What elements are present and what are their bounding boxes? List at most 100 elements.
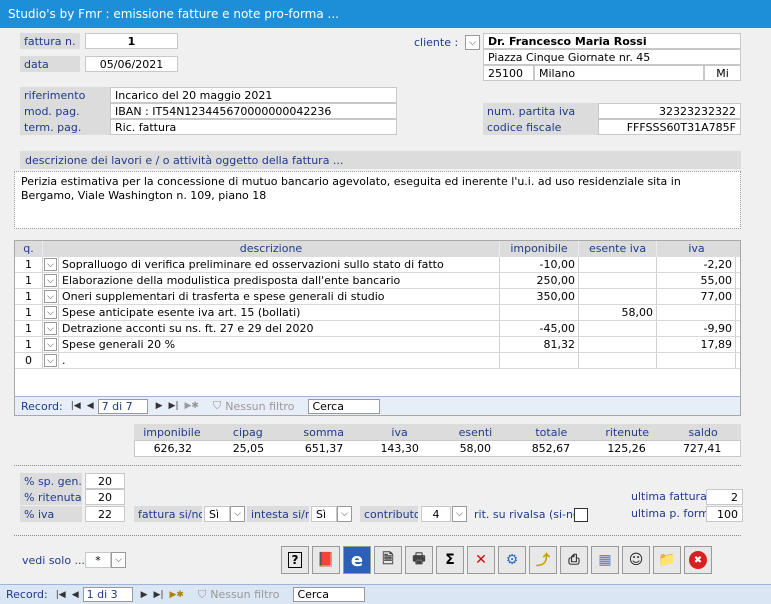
- fattura-sino-field[interactable]: Sì: [204, 506, 230, 522]
- row-imponibile[interactable]: 250,00: [500, 273, 579, 288]
- term-pag-field[interactable]: Ric. fattura: [110, 119, 397, 135]
- filter-button[interactable]: ⛉ Nessun filtro: [213, 399, 294, 413]
- explorer-button[interactable]: e: [343, 546, 371, 574]
- cliente-dropdown-button[interactable]: ⌵: [465, 35, 480, 50]
- table-row[interactable]: 1 ⌵ Elaborazione della modulistica predisp…: [15, 273, 740, 289]
- row-dropdown[interactable]: ⌵: [43, 337, 59, 352]
- piva-field[interactable]: 32323232322: [598, 103, 741, 119]
- next-record-icon[interactable]: ▶: [156, 401, 163, 411]
- export-button[interactable]: ⤴: [529, 546, 557, 574]
- fattura-number-field[interactable]: 1: [85, 33, 178, 49]
- intesta-dropdown[interactable]: ⌵: [337, 506, 352, 522]
- first-record-icon[interactable]: |◀: [71, 401, 81, 411]
- table-row[interactable]: 1 ⌵ Sopralluogo di verifica preliminare ed…: [15, 257, 740, 273]
- vedi-solo-field[interactable]: *: [85, 552, 111, 568]
- row-quantity[interactable]: 1: [15, 321, 43, 336]
- row-quantity[interactable]: 0: [15, 353, 43, 368]
- help-button[interactable]: ?: [281, 546, 309, 574]
- ultima-fattura-field[interactable]: 2: [706, 489, 743, 505]
- row-esente-iva[interactable]: [579, 353, 657, 368]
- table-row[interactable]: 1 ⌵ Detrazione acconti su ns. ft. 27 e 29 …: [15, 321, 740, 337]
- record-position[interactable]: 7 di 7: [97, 398, 148, 414]
- ultima-forma-field[interactable]: 100: [706, 506, 743, 522]
- row-description[interactable]: Elaborazione della modulistica predispos…: [59, 273, 500, 288]
- ritenuta-field[interactable]: 20: [85, 489, 125, 505]
- row-esente-iva[interactable]: [579, 337, 657, 352]
- print-button[interactable]: ⎙: [560, 546, 588, 574]
- last-record-icon[interactable]: ▶|: [154, 590, 164, 600]
- row-quantity[interactable]: 1: [15, 305, 43, 320]
- row-dropdown[interactable]: ⌵: [43, 273, 59, 288]
- fattura-sino-dropdown[interactable]: ⌵: [230, 506, 245, 522]
- preview-button[interactable]: 🗎: [374, 546, 402, 574]
- row-description[interactable]: Spese anticipate esente iva art. 15 (bol…: [59, 305, 500, 320]
- next-record-icon[interactable]: ▶: [141, 590, 148, 600]
- row-dropdown[interactable]: ⌵: [43, 305, 59, 320]
- user-button[interactable]: ☺: [622, 546, 650, 574]
- row-imponibile[interactable]: -10,00: [500, 257, 579, 272]
- spgen-field[interactable]: 20: [85, 473, 125, 489]
- table-row[interactable]: 1 ⌵ Oneri supplementari di trasferta e spe…: [15, 289, 740, 305]
- status-filter-button[interactable]: ⛉ Nessun filtro: [198, 588, 279, 602]
- row-iva[interactable]: [657, 353, 736, 368]
- row-description[interactable]: Sopralluogo di verifica preliminare ed o…: [59, 257, 500, 272]
- row-iva[interactable]: [657, 305, 736, 320]
- row-dropdown[interactable]: ⌵: [43, 353, 59, 368]
- folder-button[interactable]: 📁: [653, 546, 681, 574]
- last-record-icon[interactable]: ▶|: [169, 401, 179, 411]
- row-iva[interactable]: 17,89: [657, 337, 736, 352]
- row-description[interactable]: Detrazione acconti su ns. ft. 27 e 29 de…: [59, 321, 500, 336]
- codice-fiscale-field[interactable]: FFFSSS60T31A785F: [598, 119, 741, 135]
- grid-search-input[interactable]: Cerca: [308, 398, 381, 414]
- row-imponibile[interactable]: -45,00: [500, 321, 579, 336]
- row-iva[interactable]: -9,90: [657, 321, 736, 336]
- intesta-field[interactable]: Sì: [311, 506, 337, 522]
- row-esente-iva[interactable]: 58,00: [579, 305, 657, 320]
- table-row[interactable]: 1 ⌵ Spese generali 20 % 81,32 17,89: [15, 337, 740, 353]
- close-button[interactable]: ✖: [684, 546, 712, 574]
- row-esente-iva[interactable]: [579, 321, 657, 336]
- print-preview-button[interactable]: 🖶: [405, 546, 433, 574]
- row-description[interactable]: Spese generali 20 %: [59, 337, 500, 352]
- rivalsa-checkbox[interactable]: [574, 508, 588, 522]
- table-row[interactable]: 1 ⌵ Spese anticipate esente iva art. 15 (b…: [15, 305, 740, 321]
- new-record-icon[interactable]: ▶✱: [170, 590, 184, 600]
- row-esente-iva[interactable]: [579, 257, 657, 272]
- row-iva[interactable]: 77,00: [657, 289, 736, 304]
- row-imponibile[interactable]: 350,00: [500, 289, 579, 304]
- row-esente-iva[interactable]: [579, 273, 657, 288]
- first-record-icon[interactable]: |◀: [56, 590, 66, 600]
- row-dropdown[interactable]: ⌵: [43, 257, 59, 272]
- row-imponibile[interactable]: [500, 353, 579, 368]
- row-dropdown[interactable]: ⌵: [43, 289, 59, 304]
- contributo-dropdown[interactable]: ⌵: [452, 506, 467, 522]
- table-row[interactable]: 0 ⌵.: [15, 353, 740, 369]
- prev-record-icon[interactable]: ◀: [72, 590, 79, 600]
- row-imponibile[interactable]: 81,32: [500, 337, 579, 352]
- sum-button[interactable]: Σ: [436, 546, 464, 574]
- calculator-button[interactable]: ▦: [591, 546, 619, 574]
- date-field[interactable]: 05/06/2021: [85, 56, 178, 72]
- row-dropdown[interactable]: ⌵: [43, 321, 59, 336]
- status-record-position[interactable]: 1 di 3: [82, 587, 133, 602]
- row-esente-iva[interactable]: [579, 289, 657, 304]
- mod-pag-field[interactable]: IBAN : IT54N123445670000000042236: [110, 103, 397, 119]
- row-imponibile[interactable]: [500, 305, 579, 320]
- contributo-field[interactable]: 4: [421, 506, 451, 522]
- status-search-input[interactable]: Cerca: [293, 587, 366, 602]
- prev-record-icon[interactable]: ◀: [87, 401, 94, 411]
- row-quantity[interactable]: 1: [15, 273, 43, 288]
- row-description[interactable]: Oneri supplementari di trasferta e spese…: [59, 289, 500, 304]
- row-quantity[interactable]: 1: [15, 289, 43, 304]
- settings-button[interactable]: ⚙: [498, 546, 526, 574]
- riferimento-field[interactable]: Incarico del 20 maggio 2021: [110, 87, 397, 103]
- row-quantity[interactable]: 1: [15, 337, 43, 352]
- delete-button[interactable]: ✕: [467, 546, 495, 574]
- row-iva[interactable]: 55,00: [657, 273, 736, 288]
- description-textarea[interactable]: Perizia estimativa per la concessione di…: [14, 171, 741, 229]
- book-button[interactable]: 📕: [312, 546, 340, 574]
- iva-pct-field[interactable]: 22: [85, 506, 125, 522]
- new-record-icon[interactable]: ▶✱: [185, 401, 199, 411]
- vedi-solo-dropdown[interactable]: ⌵: [111, 552, 126, 568]
- row-iva[interactable]: -2,20: [657, 257, 736, 272]
